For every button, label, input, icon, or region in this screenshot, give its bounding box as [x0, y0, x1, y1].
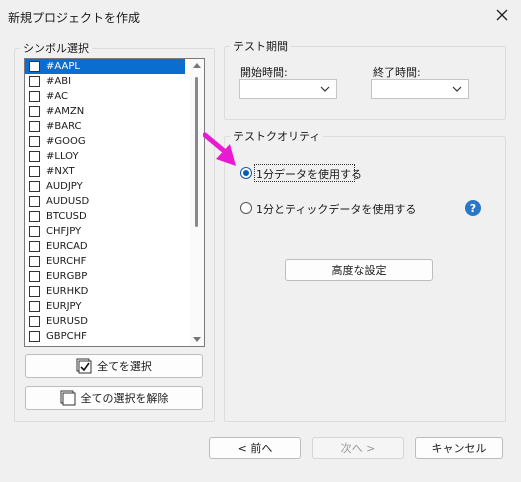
scroll-up-arrow-icon[interactable]	[193, 63, 201, 68]
symbol-checkbox[interactable]	[29, 271, 40, 282]
symbol-checkbox[interactable]	[29, 286, 40, 297]
cancel-label: キャンセル	[431, 442, 487, 455]
list-item[interactable]: #ABI	[25, 74, 204, 89]
symbol-checkbox[interactable]	[29, 121, 40, 132]
list-item[interactable]: BTCUSD	[25, 209, 204, 224]
symbol-select-label: シンボル選択	[20, 40, 92, 56]
scroll-down-arrow-icon[interactable]	[193, 337, 201, 342]
select-all-label: 全てを選択	[97, 360, 152, 373]
title-bar: 新規プロジェクトを作成	[0, 0, 521, 32]
symbol-name: GBPCHF	[46, 331, 87, 342]
list-item[interactable]: #AC	[25, 89, 204, 104]
checkbox-unchecked-icon	[60, 390, 75, 406]
list-item[interactable]: CHFJPY	[25, 224, 204, 239]
close-icon	[496, 9, 508, 21]
list-item[interactable]: #BARC	[25, 119, 204, 134]
symbol-name: #BARC	[46, 121, 82, 132]
select-all-button[interactable]: 全てを選択	[25, 354, 203, 378]
list-item[interactable]: #AMZN	[25, 104, 204, 119]
radio-one-minute-tick[interactable]	[240, 202, 252, 214]
symbol-name: EURUSD	[46, 316, 88, 327]
list-item[interactable]: AUDUSD	[25, 194, 204, 209]
list-item[interactable]: EURUSD	[25, 314, 204, 329]
advanced-settings-label: 高度な設定	[331, 264, 387, 277]
symbol-name: BTCUSD	[46, 211, 87, 222]
test-period-label: テスト期間	[230, 38, 291, 54]
list-item[interactable]: EURHKD	[25, 284, 204, 299]
symbol-name: #NXT	[46, 166, 75, 177]
scroll-thumb[interactable]	[195, 77, 198, 227]
end-time-label: 終了時間:	[373, 66, 421, 79]
symbol-checkbox[interactable]	[29, 196, 40, 207]
symbol-checkbox[interactable]	[29, 316, 40, 327]
radio-one-minute[interactable]	[240, 167, 252, 179]
help-icon[interactable]: ?	[465, 200, 481, 216]
radio-one-minute-label[interactable]: 1分データを使用する	[256, 166, 362, 182]
advanced-settings-button[interactable]: 高度な設定	[285, 259, 433, 281]
symbol-name: CHFJPY	[46, 226, 82, 237]
start-time-label: 開始時間:	[240, 66, 288, 79]
symbol-name: AUDJPY	[46, 181, 83, 192]
list-item[interactable]: EURGBP	[25, 269, 204, 284]
list-item[interactable]: AUDJPY	[25, 179, 204, 194]
symbol-checkbox[interactable]	[29, 226, 40, 237]
symbol-checkbox[interactable]	[29, 61, 40, 72]
next-label: 次へ >	[340, 442, 376, 455]
radio-one-minute-tick-label[interactable]: 1分とティックデータを使用する	[256, 201, 416, 217]
close-button[interactable]	[493, 6, 511, 24]
symbol-name: #AC	[46, 91, 69, 102]
checkbox-checked-icon	[76, 358, 92, 374]
list-item[interactable]: EURCHF	[25, 254, 204, 269]
list-item[interactable]: EURCAD	[25, 239, 204, 254]
arrow-pointer-icon	[203, 132, 236, 166]
cancel-button[interactable]: キャンセル	[415, 437, 503, 459]
symbol-name: #ABI	[46, 76, 72, 87]
list-item[interactable]: #NXT	[25, 164, 204, 179]
symbol-name: EURCHF	[46, 256, 87, 267]
list-item[interactable]: #GOOG	[25, 134, 204, 149]
symbol-name: #LLOY	[46, 151, 79, 162]
symbol-checkbox[interactable]	[29, 136, 40, 147]
back-button[interactable]: < 前へ	[209, 437, 301, 459]
symbol-checkbox[interactable]	[29, 166, 40, 177]
symbol-checkbox[interactable]	[29, 211, 40, 222]
symbol-name: #GOOG	[46, 136, 86, 147]
symbol-name: EURGBP	[46, 271, 88, 282]
symbol-name: EURCAD	[46, 241, 88, 252]
symbol-checkbox[interactable]	[29, 301, 40, 312]
symbol-checkbox[interactable]	[29, 151, 40, 162]
symbol-checkbox[interactable]	[29, 91, 40, 102]
symbol-name: EURHKD	[46, 286, 89, 297]
clear-all-button[interactable]: 全ての選択を解除	[25, 386, 203, 410]
list-item[interactable]: EURJPY	[25, 299, 204, 314]
list-item[interactable]: #AAPL	[25, 59, 185, 74]
symbol-checkbox[interactable]	[29, 181, 40, 192]
list-item[interactable]: GBPCHF	[25, 329, 204, 344]
next-button[interactable]: 次へ >	[312, 437, 404, 459]
back-label: < 前へ	[237, 442, 273, 455]
clear-all-label: 全ての選択を解除	[80, 392, 169, 405]
chevron-down-icon	[452, 86, 462, 92]
symbol-name: AUDUSD	[46, 196, 90, 207]
chevron-down-icon	[320, 86, 330, 92]
end-time-select[interactable]	[371, 79, 469, 99]
symbol-checkbox[interactable]	[29, 241, 40, 252]
symbol-list-scrollbar[interactable]	[190, 59, 204, 346]
symbol-checkbox[interactable]	[29, 256, 40, 267]
symbol-checkbox[interactable]	[29, 331, 40, 342]
list-item[interactable]: #LLOY	[25, 149, 204, 164]
start-time-select[interactable]	[239, 79, 337, 99]
symbol-name: #AMZN	[46, 106, 85, 117]
window-title: 新規プロジェクトを作成	[8, 11, 141, 25]
symbol-checkbox[interactable]	[29, 106, 40, 117]
symbol-checkbox[interactable]	[29, 76, 40, 87]
symbol-name: EURJPY	[46, 301, 82, 312]
test-quality-label: テストクオリティ	[230, 128, 324, 144]
symbol-list[interactable]: #AAPL #ABI #AC #AMZN #BARC #GOOG #LLOY #NXT AUDJ…	[24, 58, 205, 347]
symbol-name: #AAPL	[46, 61, 80, 72]
